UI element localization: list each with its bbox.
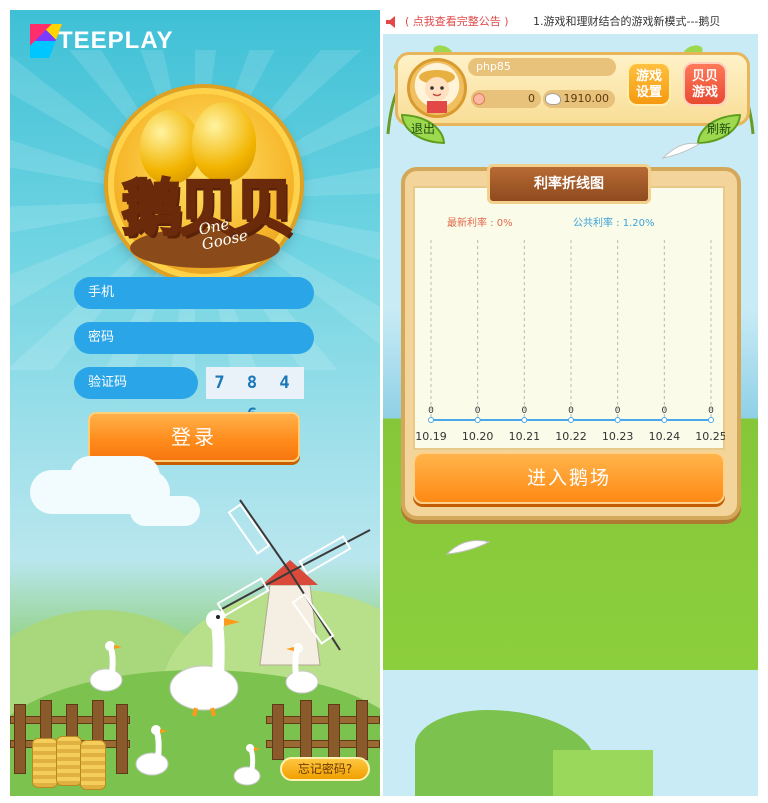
data-label: 0 <box>568 406 574 416</box>
game-settings-label-1: 游戏 <box>635 69 662 84</box>
x-tick-label: 10.25 <box>695 430 725 443</box>
data-label: 0 <box>661 406 667 416</box>
x-tick-label: 10.21 <box>509 430 541 443</box>
hay-bale-icon <box>56 736 82 786</box>
data-point <box>614 417 621 423</box>
goose-icon <box>169 610 240 716</box>
hay-bale-icon <box>32 738 58 788</box>
goose-icon <box>233 744 261 786</box>
exit-label: 退出 <box>410 122 435 136</box>
goose-icon <box>545 93 561 105</box>
cloud <box>70 456 160 496</box>
goose-icon <box>285 643 319 694</box>
data-label: 0 <box>475 406 481 416</box>
fence-post <box>272 704 284 760</box>
goose-icon <box>89 641 123 692</box>
shell-game-label-1: 贝贝 <box>691 69 718 84</box>
latest-rate-label: 最新利率 : 0% <box>447 218 513 229</box>
brand-name: TEEPLAY <box>58 27 174 54</box>
meadow <box>553 750 653 796</box>
phone-input[interactable]: 手机 <box>74 277 314 309</box>
feather-icon <box>445 540 491 555</box>
game-screen: ( 点我查看完整公告 ) 1.游戏和理财结合的游戏新模式---鹅贝 php85 … <box>383 10 758 796</box>
goose-count-field: 1910.00 <box>543 90 615 108</box>
password-placeholder: 密码 <box>88 330 115 345</box>
phone-placeholder: 手机 <box>88 285 115 300</box>
goose-icon <box>135 725 169 776</box>
forgot-password-button[interactable]: 忘记密码? <box>280 757 370 781</box>
avatar[interactable] <box>407 58 467 118</box>
captcha-input[interactable]: 验证码 <box>74 367 198 399</box>
egg-count: 0 <box>528 92 535 105</box>
shell-game-label-2: 游戏 <box>691 85 718 100</box>
fence-post <box>300 700 312 760</box>
x-tick-label: 10.20 <box>462 430 494 443</box>
data-point <box>428 417 434 423</box>
exit-button[interactable]: 退出 <box>401 114 445 144</box>
hay-bale-icon <box>80 740 106 790</box>
data-label: 0 <box>521 406 527 416</box>
goose-count: 1910.00 <box>563 92 610 105</box>
player-avatar-icon <box>419 70 455 113</box>
captcha-placeholder: 验证码 <box>88 375 128 390</box>
chart-panel-title: 利率折线图 <box>487 164 651 204</box>
notice-text: 1.游戏和理财结合的游戏新模式---鹅贝 <box>533 15 721 28</box>
x-tick-label: 10.24 <box>649 430 681 443</box>
captcha-image[interactable]: 7 8 4 6 <box>206 367 304 425</box>
data-point <box>708 417 714 423</box>
login-screen: TEEPLAY 鹅贝贝 One Goose 手机 密码 验证码 7 8 4 6 … <box>10 10 380 796</box>
game-settings-button[interactable]: 游戏 设置 <box>627 62 671 106</box>
password-input[interactable]: 密码 <box>74 322 314 354</box>
cloud <box>130 496 200 526</box>
fence-post <box>356 700 368 760</box>
rate-line-chart: 0 10.19 0 10.20 0 10.21 0 10.22 0 10.23 0 10.24 0 10.… <box>415 240 725 443</box>
fence-post <box>116 704 128 774</box>
public-rate-label: 公共利率 : 1.20% <box>573 218 655 229</box>
login-button[interactable]: 登录 <box>88 412 300 462</box>
data-label: 0 <box>615 406 621 416</box>
fence-post <box>14 704 26 774</box>
data-point <box>474 417 481 423</box>
x-tick-label: 10.22 <box>555 430 587 443</box>
data-point <box>568 417 574 423</box>
fence-post <box>328 704 340 760</box>
game-settings-label-2: 设置 <box>635 85 662 100</box>
x-tick-label: 10.23 <box>602 430 634 443</box>
x-tick-label: 10.19 <box>415 430 447 443</box>
egg-count-field: 0 <box>471 90 541 108</box>
feather-icon <box>661 142 701 159</box>
username-field: php85 <box>468 58 616 76</box>
teeplay-logo: TEEPLAY <box>30 24 173 58</box>
full-notice-link[interactable]: ( 点我查看完整公告 ) <box>405 10 509 34</box>
refresh-label: 刷新 <box>706 122 731 136</box>
data-point <box>521 417 528 423</box>
shell-game-button[interactable]: 贝贝 游戏 <box>683 62 727 106</box>
egg-icon <box>473 93 485 105</box>
notice-marquee: ( 点我查看完整公告 ) 1.游戏和理财结合的游戏新模式---鹅贝 <box>383 10 758 34</box>
data-label: 0 <box>708 406 714 416</box>
data-label: 0 <box>428 406 434 416</box>
data-point <box>661 417 668 423</box>
speaker-icon <box>386 16 395 28</box>
refresh-button[interactable]: 刷新 <box>697 114 741 144</box>
enter-goose-farm-button[interactable]: 进入鹅场 <box>413 452 725 504</box>
